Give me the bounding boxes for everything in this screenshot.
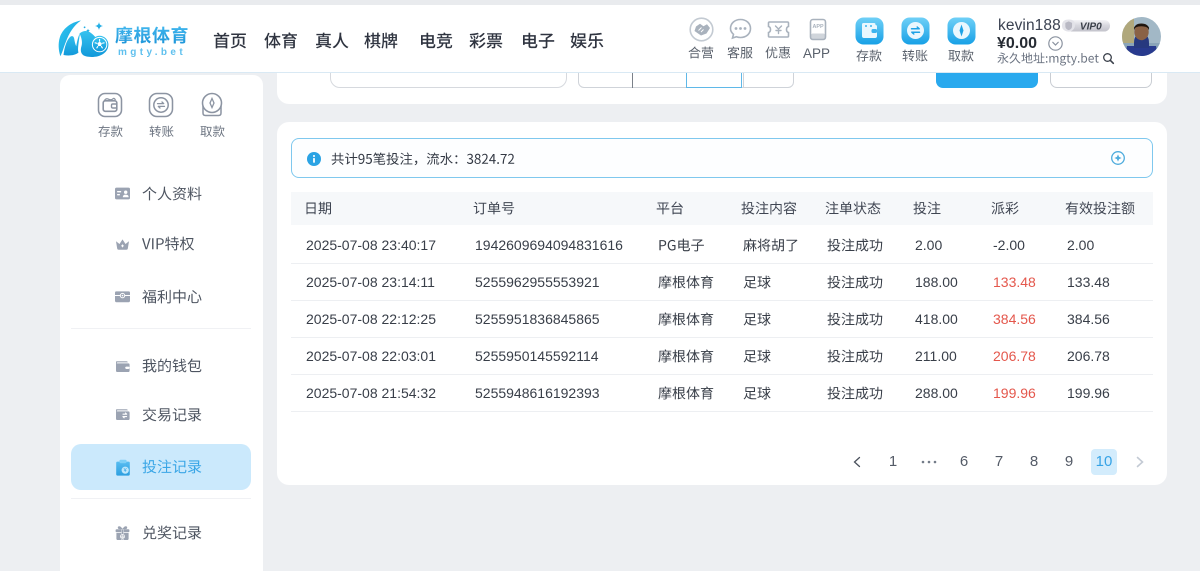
svg-text:APP: APP [812, 24, 823, 30]
svg-text:VIP0: VIP0 [1080, 21, 1102, 32]
svg-text:兑: 兑 [120, 533, 125, 540]
